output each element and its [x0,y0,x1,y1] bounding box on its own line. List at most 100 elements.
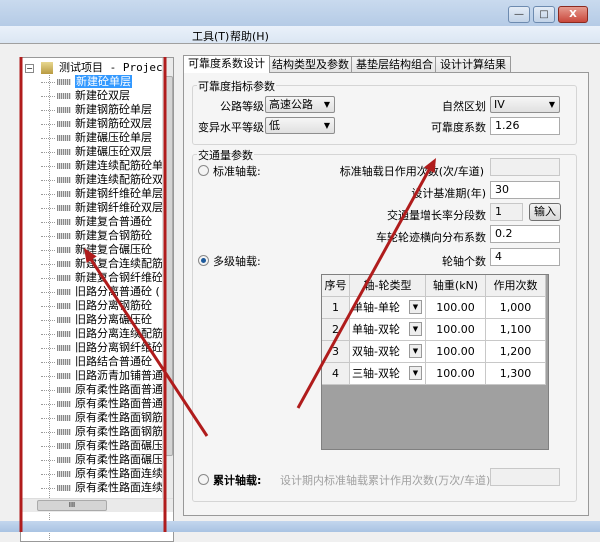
variation-select[interactable]: 低 ▼ [265,117,335,134]
axle-table[interactable]: 序号 轴-轮类型 轴重(kN) 作用次数 1 单轴-单轮 ▼ 100.00 1,000 2 单轴-双… [321,274,549,450]
cell-value: 100.00 [436,345,475,358]
standard-axle-radio[interactable] [198,165,209,176]
tree-item-label: 新建钢纤维砼双层 [75,201,163,214]
table-cell-count[interactable]: 1,300 [486,363,546,385]
std-daily-input[interactable] [490,158,560,176]
minimize-button[interactable]: — [508,6,530,23]
layer-icon [57,471,71,477]
input-button[interactable]: 输入 [529,203,561,221]
wheel-input[interactable]: 0.2 [490,225,560,243]
table-cell-type[interactable]: 三轴-双轮 ▼ [350,363,426,385]
tree-item[interactable]: 旧路分离普通砼 ( [41,285,160,299]
tree-item[interactable]: 新建钢纤维砼双层 [41,201,163,215]
tree-item[interactable]: 新建砼双层 [41,89,130,103]
tab-calc-results[interactable]: 设计计算结果 [435,56,511,73]
tree-item[interactable]: 新建连续配筋砼双 [41,173,163,187]
tree-item[interactable]: 新建砼单层 [41,75,132,89]
tree-item[interactable]: 旧路结合普通砼 [41,355,152,369]
zone-select[interactable]: IV ▼ [490,96,560,113]
cell-value: 100.00 [436,367,475,380]
dropdown-arrow-icon[interactable]: ▼ [409,344,422,358]
tree-item[interactable]: 原有柔性路面普通 [41,383,163,397]
vscroll-thumb[interactable] [164,76,173,456]
tree-item-label: 旧路分离普通砼 ( [75,285,160,298]
layer-icon [57,387,71,393]
tree-item[interactable]: 旧路沥青加铺普通 [41,369,163,383]
hscroll-thumb[interactable]: III [37,500,107,511]
close-button[interactable]: X [558,6,588,23]
tree-item[interactable]: 原有柔性路面连续 [41,481,163,495]
table-cell-count[interactable]: 1,200 [486,341,546,363]
dropdown-arrow-icon: ▼ [548,100,555,109]
tree-item[interactable]: 原有柔性路面碾压 [41,439,163,453]
tree-item[interactable]: 新建连续配筋砼单 [41,159,163,173]
tree-item[interactable]: 原有柔性路面连续 [41,467,163,481]
table-cell-type[interactable]: 单轴-双轮 ▼ [350,319,426,341]
axle-count-input[interactable]: 4 [490,248,560,266]
multi-axle-radio[interactable] [198,255,209,266]
table-cell-count[interactable]: 1,100 [486,319,546,341]
cumulative-input[interactable] [490,468,560,486]
layer-icon [57,485,71,491]
dropdown-arrow-icon: ▼ [323,121,330,130]
period-label: 设计基准期(年) [411,187,486,200]
tree-item[interactable]: 旧路分离钢筋砼 [41,299,152,313]
menu-help[interactable]: 帮助(H) [230,28,269,44]
tree-item[interactable]: 新建复合钢筋砼 [41,229,152,243]
dropdown-arrow-icon[interactable]: ▼ [409,366,422,380]
dropdown-arrow-icon[interactable]: ▼ [409,322,422,336]
tree-connector [41,110,55,111]
tree-root[interactable]: − 测试项目 - Project [25,59,169,75]
menu-tools[interactable]: 工具(T) [192,28,229,44]
tree-item[interactable]: 旧路分离钢纤维砼 [41,341,163,355]
tree-item[interactable]: 旧路分离碾压砼 [41,313,152,327]
layer-icon [57,457,71,463]
reliability-group [192,85,577,145]
tree-item[interactable]: 新建碾压砼单层 [41,131,152,145]
tab-structure-type[interactable]: 结构类型及参数 [267,56,354,73]
tab-base-layer-combo[interactable]: 基垫层结构组合 [351,56,438,73]
tree-item-label: 新建连续配筋砼单 [75,159,163,172]
road-grade-select[interactable]: 高速公路 ▼ [265,96,335,113]
table-cell-weight[interactable]: 100.00 [426,319,486,341]
table-cell-count[interactable]: 1,000 [486,297,546,319]
maximize-button[interactable]: □ [533,6,555,23]
tree-item[interactable]: 原有柔性路面钢筋 [41,411,163,425]
tree-item[interactable]: 新建复合连续配筋 [41,257,163,271]
growth-input[interactable]: 1 [490,203,523,221]
coef-input[interactable]: 1.26 [490,117,560,135]
tree-item[interactable]: 新建复合碾压砼 [41,243,152,257]
tree-item[interactable]: 新建复合钢纤维砼 [41,271,163,285]
collapse-icon[interactable]: − [25,63,34,73]
tree-item[interactable]: 新建钢筋砼双层 [41,117,152,131]
cumulative-axle-radio[interactable] [198,474,209,485]
tree-item[interactable]: 新建碾压砼双层 [41,145,152,159]
cell-value: 单轴-双轮 [352,323,400,336]
table-cell-weight[interactable]: 100.00 [426,341,486,363]
tree-item[interactable]: 旧路分离连续配筋 [41,327,163,341]
tree-vertical-scrollbar[interactable] [162,58,173,498]
tree-item[interactable]: 原有柔性路面碾压 [41,453,163,467]
dropdown-arrow-icon[interactable]: ▼ [409,300,422,314]
tree-item[interactable]: 新建钢筋砼单层 [41,103,152,117]
tree-connector [41,348,55,349]
tree-item[interactable]: 原有柔性路面普通 [41,397,163,411]
table-cell-type[interactable]: 单轴-单轮 ▼ [350,297,426,319]
tree-item[interactable]: 原有柔性路面钢筋 [41,425,163,439]
layer-icon [57,121,71,127]
tree-connector [41,180,55,181]
layer-icon [57,429,71,435]
project-tree[interactable]: − 测试项目 - Project 新建砼单层 新建砼双层 新建钢筋砼单层 新建钢筋砼双… [20,57,174,542]
tree-item-label: 原有柔性路面碾压 [75,439,163,452]
tree-connector [41,208,55,209]
tree-item[interactable]: 新建复合普通砼 [41,215,152,229]
tree-connector [41,278,55,279]
table-cell-type[interactable]: 双轴-双轮 ▼ [350,341,426,363]
layer-icon [57,205,71,211]
period-input[interactable]: 30 [490,181,560,199]
table-cell-weight[interactable]: 100.00 [426,363,486,385]
table-cell-weight[interactable]: 100.00 [426,297,486,319]
tree-item[interactable]: 新建钢纤维砼单层 [41,187,163,201]
tree-horizontal-scrollbar[interactable]: III [21,498,173,512]
tab-reliability-design[interactable]: 可靠度系数设计 [183,55,270,73]
